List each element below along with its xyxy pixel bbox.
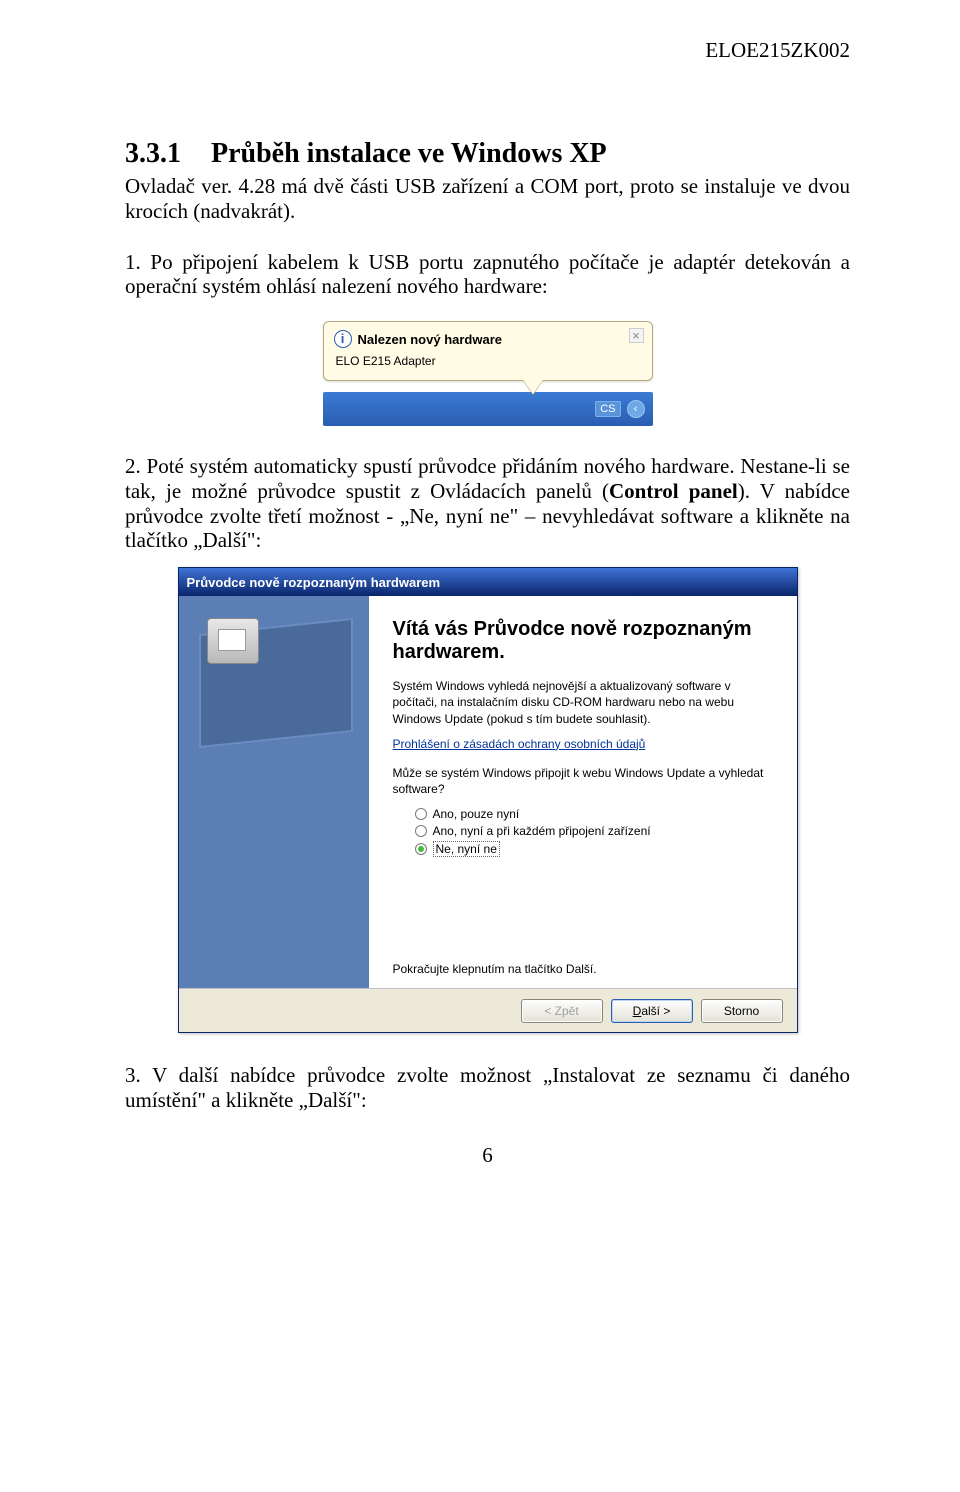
wizard-continue-hint: Pokračujte klepnutím na tlačítko Další. xyxy=(393,962,597,976)
balloon-subtitle: ELO E215 Adapter xyxy=(336,354,642,368)
page-number: 6 xyxy=(125,1143,850,1168)
radio-icon xyxy=(415,843,427,855)
balloon-tail xyxy=(523,380,543,394)
paragraph-step-2: 2. Poté systém automaticky spustí průvod… xyxy=(125,454,850,553)
para3-text-bold: Control panel xyxy=(609,479,738,503)
hardware-icon xyxy=(207,618,259,664)
taskbar: CS ‹ xyxy=(323,392,653,426)
section-title: Průběh instalace ve Windows XP xyxy=(211,138,607,169)
radio-option-yes-once[interactable]: Ano, pouze nyní xyxy=(415,807,773,821)
close-icon[interactable]: × xyxy=(629,328,644,343)
section-heading: 3.3.1 Průběh instalace ve Windows XP xyxy=(125,138,850,170)
document-header-code: ELOE215ZK002 xyxy=(705,38,850,63)
wizard-titlebar: Průvodce nově rozpoznaným hardwarem xyxy=(179,568,797,596)
privacy-link[interactable]: Prohlášení o zásadách ochrany osobních ú… xyxy=(393,737,646,751)
paragraph-step-3: 3. V další nabídce průvodce zvolte možno… xyxy=(125,1063,850,1113)
radio-option-yes-always[interactable]: Ano, nyní a při každém připojení zařízen… xyxy=(415,824,773,838)
radio-label: Ano, nyní a při každém připojení zařízen… xyxy=(433,824,651,838)
wizard-sidebar-graphic xyxy=(179,596,369,988)
radio-icon xyxy=(415,808,427,820)
back-button: < Zpět xyxy=(521,999,603,1023)
wizard-options: Ano, pouze nyní Ano, nyní a při každém p… xyxy=(415,807,773,857)
wizard-dialog: Průvodce nově rozpoznaným hardwarem Vítá… xyxy=(178,567,798,1033)
section-number: 3.3.1 xyxy=(125,138,181,170)
balloon-title: Nalezen nový hardware xyxy=(358,332,503,347)
radio-icon xyxy=(415,825,427,837)
wizard-button-row: < Zpět Další > Storno xyxy=(179,988,797,1032)
wizard-heading: Vítá vás Průvodce nově rozpoznaným hardw… xyxy=(393,618,773,664)
radio-option-no[interactable]: Ne, nyní ne xyxy=(415,841,773,857)
info-icon: i xyxy=(334,330,352,348)
cancel-button[interactable]: Storno xyxy=(701,999,783,1023)
wizard-description: Systém Windows vyhledá nejnovější a aktu… xyxy=(393,678,773,727)
language-indicator[interactable]: CS xyxy=(595,401,620,417)
balloon-tooltip: × i Nalezen nový hardware ELO E215 Adapt… xyxy=(323,321,653,381)
paragraph-intro: Ovladač ver. 4.28 má dvě části USB zaříz… xyxy=(125,174,850,224)
tray-expand-icon[interactable]: ‹ xyxy=(627,400,645,418)
paragraph-step-1: 1. Po připojení kabelem k USB portu zapn… xyxy=(125,250,850,300)
radio-label: Ano, pouze nyní xyxy=(433,807,520,821)
wizard-content: Vítá vás Průvodce nově rozpoznaným hardw… xyxy=(369,596,797,988)
next-button-rest: alší > xyxy=(641,1004,670,1018)
next-button[interactable]: Další > xyxy=(611,999,693,1023)
balloon-screenshot: × i Nalezen nový hardware ELO E215 Adapt… xyxy=(323,321,653,426)
radio-label: Ne, nyní ne xyxy=(433,841,500,857)
wizard-question: Může se systém Windows připojit k webu W… xyxy=(393,765,773,797)
